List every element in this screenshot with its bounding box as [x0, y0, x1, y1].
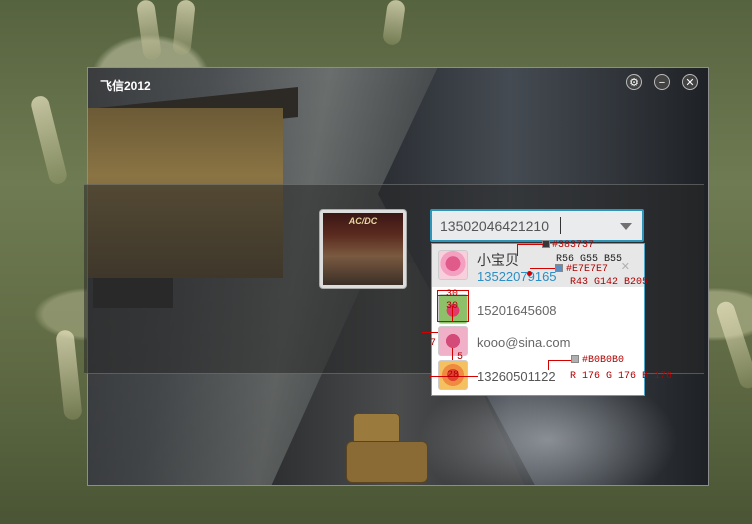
annotation-gap: 5 — [457, 352, 464, 363]
background-grass — [55, 329, 83, 421]
annotation-measure-line — [422, 332, 438, 333]
account-text: 13260501122 — [477, 369, 556, 384]
contact-name: 小宝贝 — [477, 252, 519, 268]
background-grass — [381, 0, 407, 47]
minimize-icon: − — [658, 77, 666, 89]
window-title: 飞信2012 — [100, 79, 151, 93]
background-grass — [714, 299, 752, 391]
annotation-left-margin: 7 — [430, 338, 437, 349]
account-combobox[interactable]: 13502046421210 — [430, 209, 644, 242]
annotation-measure-line — [452, 306, 453, 322]
annotation-bg-hex: #E7E7E7 — [566, 264, 609, 275]
gear-icon: ⚙ — [629, 77, 639, 89]
text-cursor — [560, 217, 561, 234]
settings-button[interactable]: ⚙ — [626, 74, 642, 90]
annotation-close-hex: #B0B0B0 — [582, 355, 625, 366]
annotation-thumb-width: 30 — [446, 289, 459, 300]
annotation-leader — [530, 268, 555, 269]
background-suitcase — [346, 441, 428, 483]
annotation-anchor-dot — [527, 271, 532, 276]
background-grass — [135, 0, 163, 61]
annotation-measure-line — [452, 348, 453, 360]
avatar — [438, 250, 468, 280]
close-button[interactable]: ✕ — [682, 74, 698, 90]
annotation-bg-rgb: R43 G142 B205 — [570, 277, 649, 288]
background-grass — [172, 0, 196, 56]
account-input[interactable]: 13502046421210 — [440, 218, 549, 234]
close-icon: ✕ — [685, 77, 695, 89]
annotation-leader — [548, 360, 549, 370]
annotation-leader — [517, 244, 543, 245]
annotation-row-height: 28 — [447, 370, 460, 381]
color-swatch — [571, 355, 579, 363]
annotation-close-rgb: R 176 G 176 B 176 — [570, 371, 673, 382]
color-swatch — [555, 264, 563, 272]
avatar-logo-text: AC/DC — [348, 216, 378, 226]
annotation-leader — [548, 360, 571, 361]
color-swatch — [542, 240, 550, 248]
minimize-button[interactable]: − — [654, 74, 670, 90]
avatar — [438, 326, 468, 356]
avatar-image: AC/DC — [323, 213, 403, 285]
background-grass — [29, 94, 69, 186]
account-text: 15201645608 — [477, 303, 557, 318]
chevron-down-icon[interactable] — [620, 223, 632, 230]
list-item[interactable]: kooo@sina.com — [432, 326, 644, 356]
annotation-leader — [517, 244, 518, 256]
annotation-name-hex: #383737 — [552, 240, 595, 251]
remove-account-icon[interactable]: ✕ — [621, 260, 630, 273]
account-text: kooo@sina.com — [477, 335, 571, 350]
contact-number: 13522079165 — [477, 269, 557, 284]
user-avatar[interactable]: AC/DC — [319, 209, 407, 289]
